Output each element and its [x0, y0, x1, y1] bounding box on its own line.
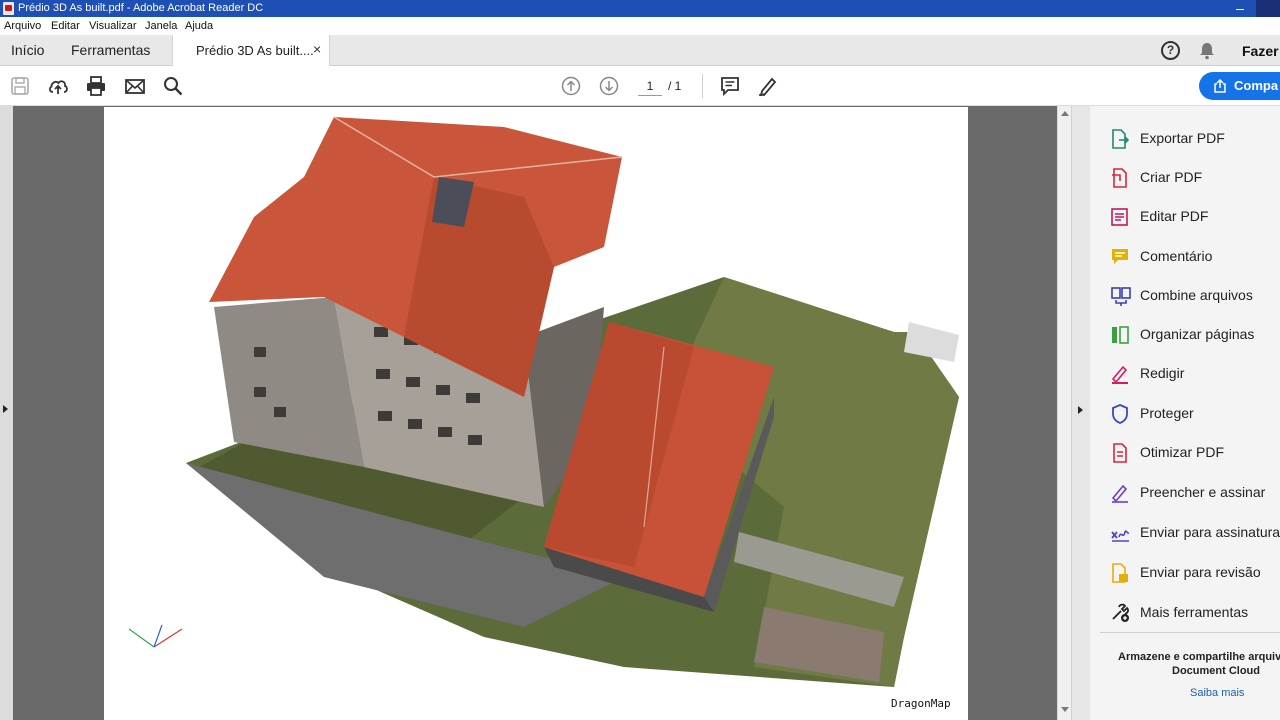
- tool-optimize-pdf[interactable]: Otimizar PDF: [1110, 438, 1280, 468]
- comment-icon[interactable]: [719, 75, 741, 97]
- tool-label: Preencher e assinar: [1140, 484, 1266, 500]
- share-button[interactable]: Compa: [1199, 72, 1280, 100]
- left-panel-toggle[interactable]: [0, 106, 13, 720]
- tool-more-tools[interactable]: Mais ferramentas: [1110, 598, 1280, 628]
- document-viewport[interactable]: DragonMap: [0, 106, 1071, 720]
- tool-label: Exportar PDF: [1140, 130, 1225, 146]
- previous-page-icon[interactable]: [560, 75, 582, 97]
- menu-ajuda[interactable]: Ajuda: [185, 17, 213, 35]
- toolbar-divider: [702, 74, 703, 98]
- tools-divider: [1100, 632, 1280, 633]
- title-bar: Prédio 3D As built.pdf - Adobe Acrobat R…: [0, 0, 1280, 17]
- right-pane-toggle[interactable]: [1071, 106, 1090, 720]
- help-icon[interactable]: ?: [1161, 41, 1180, 60]
- create-pdf-icon: [1112, 168, 1127, 188]
- main-toolbar: 1 / 1 Compa: [0, 66, 1280, 106]
- sign-in-link[interactable]: Fazer: [1242, 43, 1279, 59]
- fill-sign-icon: [1111, 484, 1128, 503]
- maximize-button[interactable]: [1256, 0, 1280, 17]
- menu-arquivo[interactable]: Arquivo: [4, 17, 41, 35]
- comment-icon: [1112, 249, 1128, 264]
- tool-label: Redigir: [1140, 365, 1185, 381]
- tool-edit-pdf[interactable]: Editar PDF: [1110, 202, 1280, 232]
- tool-label: Enviar para assinatura: [1140, 524, 1280, 540]
- axis-gizmo: [128, 624, 183, 648]
- expand-arrow-icon: [3, 405, 8, 413]
- tool-send-for-review[interactable]: Enviar para revisão: [1110, 558, 1280, 588]
- vertical-scrollbar[interactable]: [1057, 106, 1071, 720]
- highlight-pen-icon[interactable]: [757, 75, 779, 97]
- tool-label: Enviar para revisão: [1140, 564, 1261, 580]
- menu-visualizar[interactable]: Visualizar: [89, 17, 137, 35]
- tool-comment[interactable]: Comentário: [1110, 242, 1280, 272]
- tool-protect[interactable]: Proteger: [1110, 399, 1280, 429]
- acrobat-app-icon: [3, 2, 14, 15]
- 3d-building-model[interactable]: [104, 107, 968, 720]
- tab-document-label: Prédio 3D As built....: [196, 43, 314, 58]
- email-icon[interactable]: [124, 75, 146, 97]
- document-cloud-promo: Armazene e compartilhe arquiv Document C…: [1100, 650, 1280, 678]
- scroll-down-arrow-icon[interactable]: [1061, 707, 1069, 712]
- menu-bar: Arquivo Editar Visualizar Janela Ajuda: [0, 17, 1280, 35]
- export-pdf-icon: [1112, 129, 1130, 149]
- organize-pages-icon: [1112, 326, 1129, 344]
- tab-bar: Início Ferramentas Prédio 3D As built...…: [0, 35, 1280, 67]
- window-title: Prédio 3D As built.pdf - Adobe Acrobat R…: [18, 2, 264, 14]
- protect-icon: [1112, 404, 1128, 424]
- tool-label: Organizar páginas: [1140, 326, 1255, 342]
- tool-label: Mais ferramentas: [1140, 604, 1249, 620]
- tool-fill-sign[interactable]: Preencher e assinar: [1110, 478, 1280, 508]
- page-number-input[interactable]: 1: [638, 77, 662, 96]
- tab-home[interactable]: Início: [11, 42, 44, 58]
- tool-send-for-signature[interactable]: Enviar para assinatura: [1110, 518, 1280, 548]
- tool-label: Otimizar PDF: [1140, 444, 1224, 460]
- tool-redact[interactable]: Redigir: [1110, 359, 1280, 389]
- page-total: / 1: [668, 79, 682, 93]
- print-icon[interactable]: [85, 75, 107, 97]
- search-icon[interactable]: [162, 75, 184, 97]
- promo-line-2: Document Cloud: [1172, 665, 1260, 677]
- tab-tools[interactable]: Ferramentas: [71, 42, 150, 58]
- tool-label: Comentário: [1140, 248, 1213, 264]
- menu-editar[interactable]: Editar: [51, 17, 80, 35]
- tab-document[interactable]: Prédio 3D As built.... ×: [172, 35, 330, 67]
- tool-label: Editar PDF: [1140, 208, 1209, 224]
- save-icon[interactable]: [9, 75, 31, 97]
- menu-janela[interactable]: Janela: [145, 17, 177, 35]
- share-icon: [1214, 79, 1226, 93]
- notification-bell-icon[interactable]: [1198, 41, 1216, 60]
- scroll-up-arrow-icon[interactable]: [1061, 111, 1069, 116]
- tool-export-pdf[interactable]: Exportar PDF: [1110, 124, 1280, 154]
- cloud-upload-icon[interactable]: [47, 75, 69, 97]
- learn-more-link[interactable]: Saiba mais: [1190, 687, 1244, 699]
- next-page-icon[interactable]: [598, 75, 620, 97]
- minimize-button[interactable]: [1234, 0, 1246, 17]
- dragonmap-watermark: DragonMap: [891, 697, 951, 710]
- tab-close-icon[interactable]: ×: [313, 41, 321, 57]
- edit-pdf-icon: [1111, 208, 1128, 226]
- more-tools-icon: [1112, 603, 1129, 622]
- tool-label: Combine arquivos: [1140, 287, 1253, 303]
- tool-organize-pages[interactable]: Organizar páginas: [1110, 320, 1280, 350]
- pdf-page[interactable]: DragonMap: [104, 107, 968, 720]
- tool-label: Proteger: [1140, 405, 1194, 421]
- tool-combine-files[interactable]: Combine arquivos: [1110, 281, 1280, 311]
- send-signature-icon: [1111, 530, 1130, 542]
- tool-create-pdf[interactable]: Criar PDF: [1110, 163, 1280, 193]
- tools-pane: Exportar PDF Criar PDF Editar PDF Coment…: [1090, 106, 1280, 720]
- promo-line-1: Armazene e compartilhe arquiv: [1118, 651, 1280, 663]
- optimize-pdf-icon: [1113, 443, 1127, 463]
- redact-icon: [1111, 365, 1128, 384]
- send-review-icon: [1112, 563, 1128, 583]
- share-button-label: Compa: [1234, 78, 1279, 93]
- tool-label: Criar PDF: [1140, 169, 1203, 185]
- combine-files-icon: [1111, 287, 1131, 306]
- collapse-arrow-icon: [1078, 406, 1083, 414]
